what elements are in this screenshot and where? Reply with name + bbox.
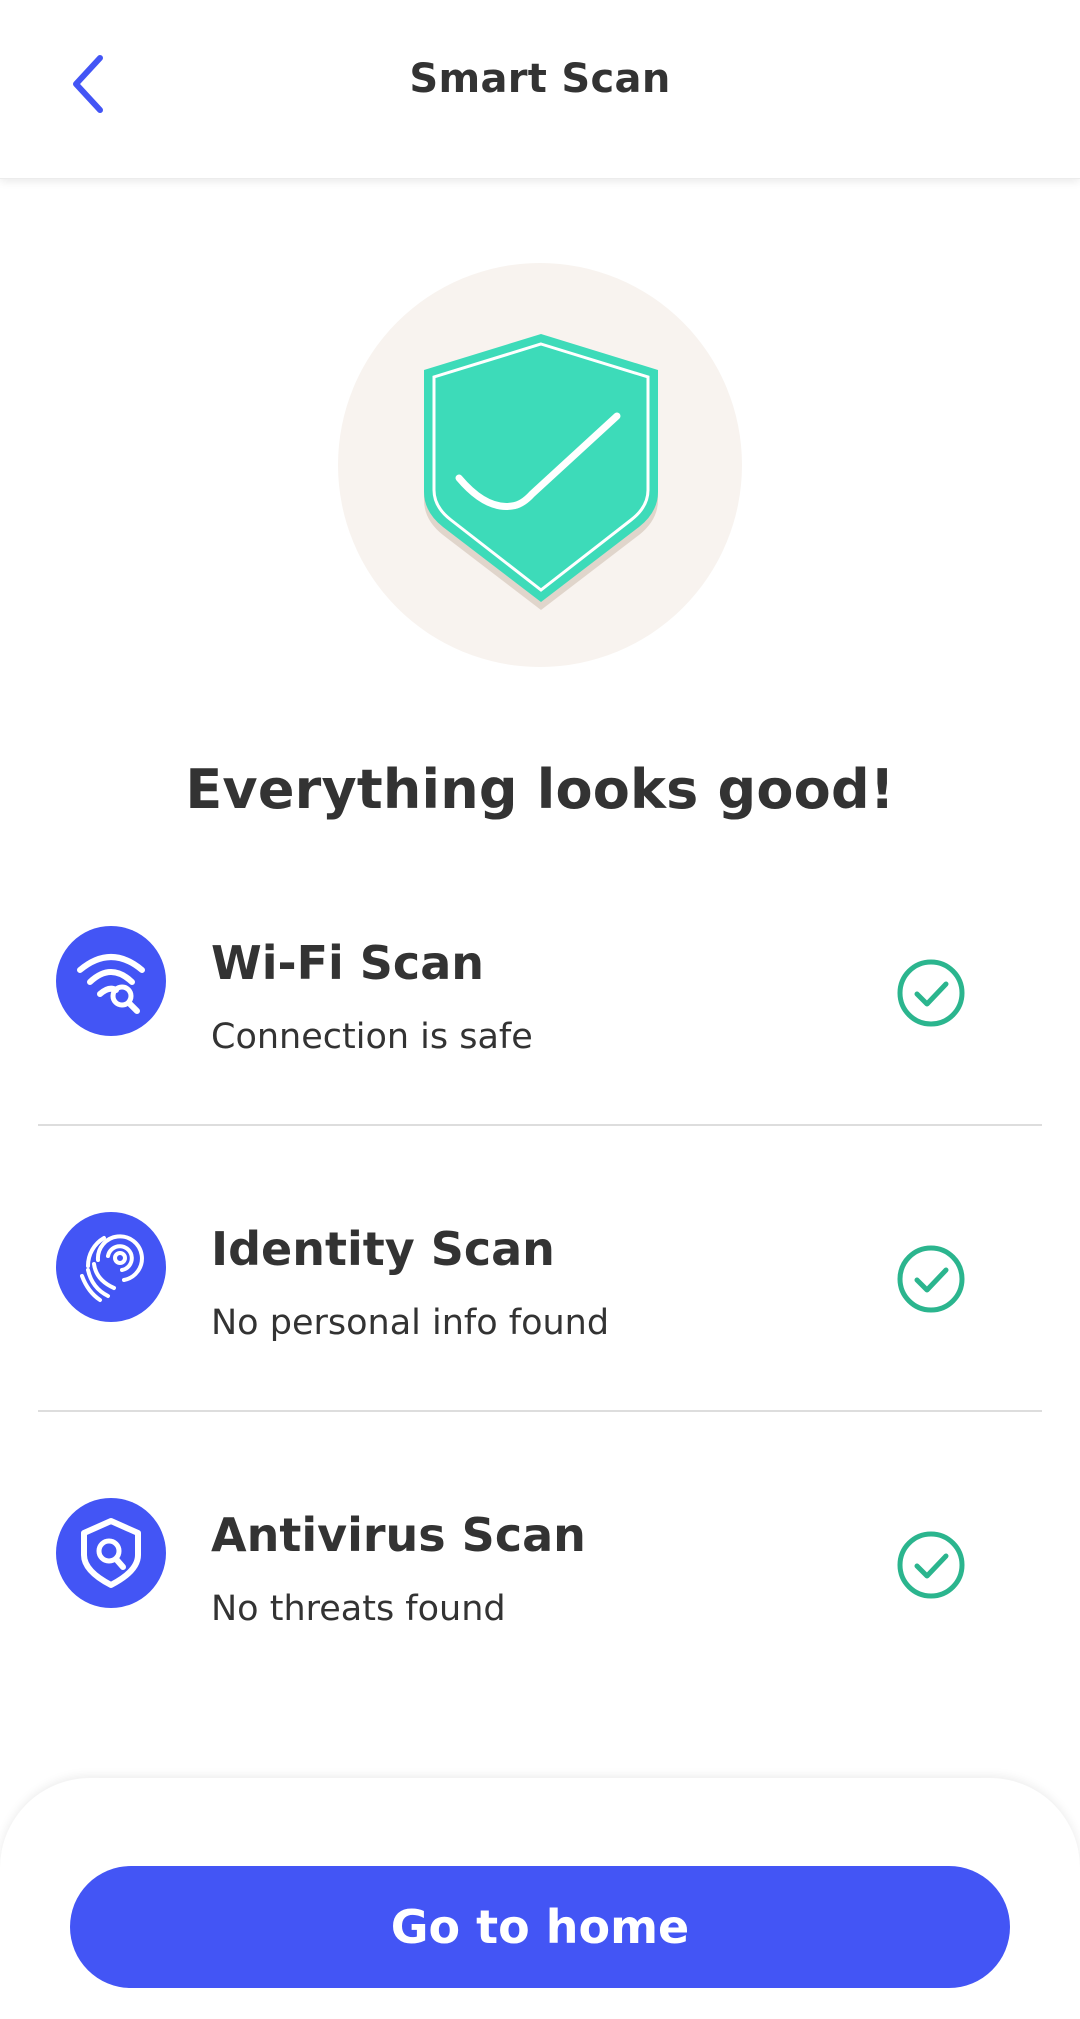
- wifi-search-icon: [77, 954, 145, 1014]
- shield-check-icon: [424, 334, 658, 610]
- app-header: Smart Scan: [0, 0, 1080, 179]
- scan-item-identity: Identity Scan No personal info found: [0, 1212, 1080, 1422]
- shield-search-icon: [81, 1518, 141, 1588]
- check-circle-icon: [897, 1245, 965, 1313]
- go-to-home-button[interactable]: Go to home: [70, 1866, 1010, 1988]
- scan-item-wifi: Wi-Fi Scan Connection is safe: [0, 926, 1080, 1136]
- divider: [38, 1410, 1042, 1412]
- fingerprint-icon: [80, 1234, 144, 1302]
- scan-item-antivirus: Antivirus Scan No threats found: [0, 1498, 1080, 1708]
- scan-title: Identity Scan: [211, 1222, 555, 1276]
- divider: [38, 1124, 1042, 1126]
- check-circle-icon: [897, 1531, 965, 1599]
- wifi-scan-icon-badge: [56, 926, 166, 1036]
- scan-subtitle: No personal info found: [211, 1303, 610, 1343]
- scan-subtitle: Connection is safe: [211, 1017, 533, 1057]
- check-circle-icon: [897, 959, 965, 1027]
- scan-title: Wi-Fi Scan: [211, 936, 484, 990]
- smart-scan-screen: Smart Scan Everything looks good! Wi-Fi …: [0, 0, 1080, 2019]
- page-title: Smart Scan: [409, 56, 671, 102]
- scan-title: Antivirus Scan: [211, 1508, 586, 1562]
- identity-scan-icon-badge: [56, 1212, 166, 1322]
- antivirus-scan-icon-badge: [56, 1498, 166, 1608]
- status-headline: Everything looks good!: [185, 758, 895, 821]
- scan-subtitle: No threats found: [211, 1589, 506, 1629]
